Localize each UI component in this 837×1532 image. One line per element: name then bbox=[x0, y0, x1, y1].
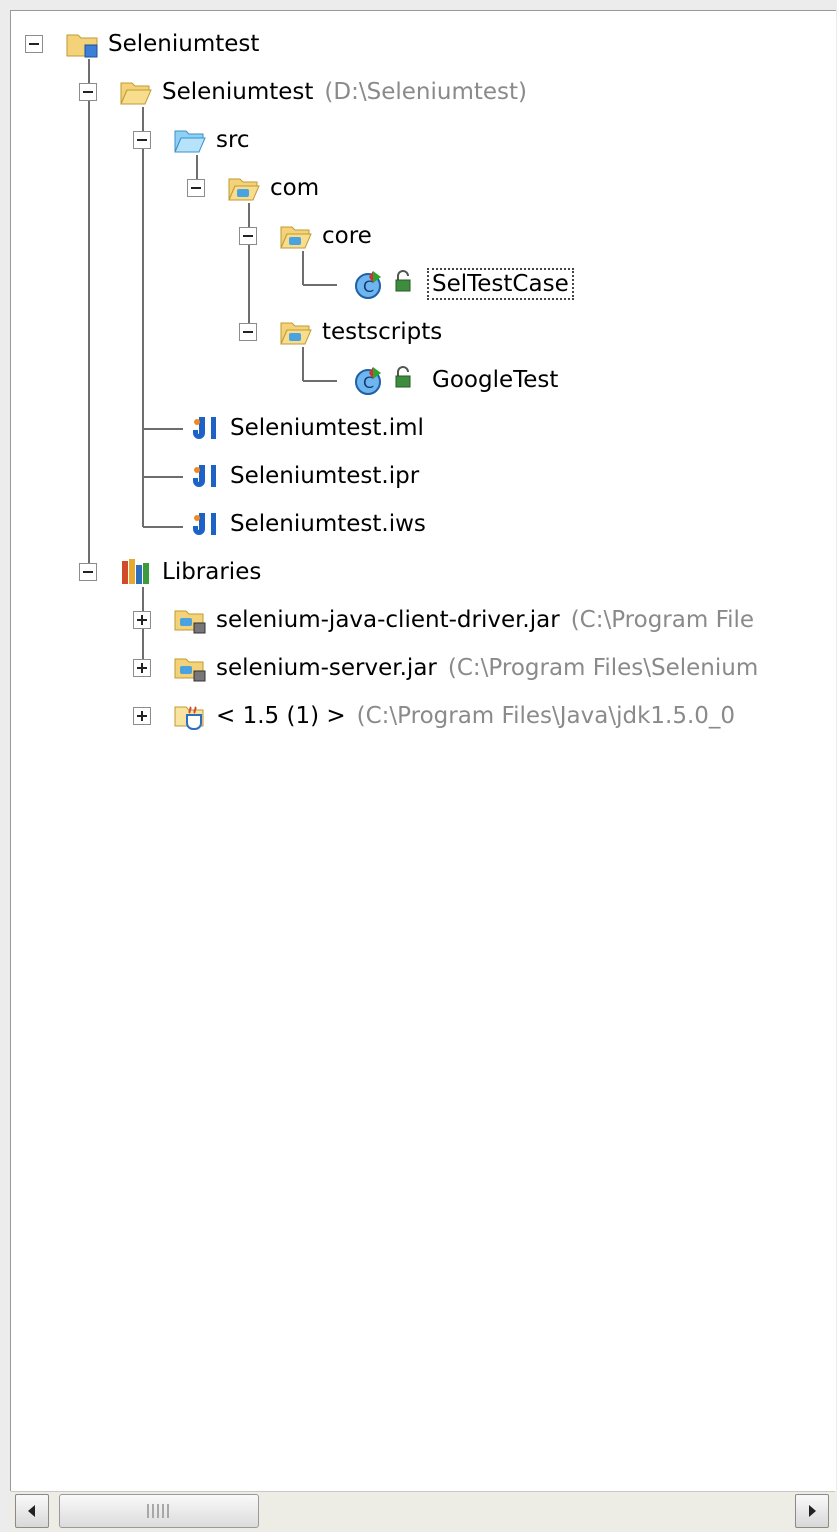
package-folder-icon bbox=[279, 221, 313, 251]
tree-node-label: core bbox=[322, 223, 372, 249]
tree-node-root[interactable]: Seleniumtest bbox=[25, 21, 262, 67]
jar-library-icon bbox=[173, 653, 207, 683]
tree-node-seltestcase[interactable]: C SelTestCase bbox=[353, 261, 574, 307]
arrow-right-icon bbox=[809, 1505, 816, 1517]
expand-toggle-icon[interactable] bbox=[133, 611, 151, 629]
scroll-right-button[interactable] bbox=[795, 1494, 829, 1528]
scrollbar-thumb[interactable] bbox=[59, 1494, 259, 1528]
tree-node-file[interactable]: Seleniumtest.ipr bbox=[187, 453, 422, 499]
collapse-toggle-icon[interactable] bbox=[79, 563, 97, 581]
tree-node-label: src bbox=[216, 127, 250, 153]
collapse-toggle-icon[interactable] bbox=[79, 83, 97, 101]
tree-node-libraries[interactable]: Libraries bbox=[79, 549, 264, 595]
tree-node-file[interactable]: Seleniumtest.iws bbox=[187, 501, 429, 547]
intellij-file-icon bbox=[187, 413, 221, 443]
tree-node-label: selenium-java-client-driver.jar bbox=[216, 607, 560, 633]
project-tree-panel: Seleniumtest Seleniumtest (D:\Seleniumte… bbox=[10, 10, 836, 1491]
tree-node-label: testscripts bbox=[322, 319, 443, 345]
tree-node-label: Seleniumtest.iws bbox=[230, 511, 426, 537]
jar-library-icon bbox=[173, 605, 207, 635]
libraries-icon bbox=[119, 557, 153, 587]
tree-node-label: Seleniumtest bbox=[162, 79, 314, 105]
project-folder-icon bbox=[65, 29, 99, 59]
lock-icon bbox=[393, 365, 413, 395]
tree-node-label: Seleniumtest bbox=[108, 31, 260, 57]
tree-node-label: Libraries bbox=[162, 559, 262, 585]
grip-icon bbox=[147, 1504, 171, 1518]
tree-node-module[interactable]: Seleniumtest (D:\Seleniumtest) bbox=[79, 69, 527, 115]
tree-node-googletest[interactable]: C GoogleTest bbox=[353, 357, 561, 403]
tree-node-library[interactable]: selenium-java-client-driver.jar (C:\Prog… bbox=[133, 597, 754, 643]
source-folder-icon bbox=[173, 125, 207, 155]
tree-node-library[interactable]: selenium-server.jar (C:\Program Files\Se… bbox=[133, 645, 758, 691]
tree-node-label: < 1.5 (1) > bbox=[216, 703, 346, 729]
tree-node-com[interactable]: com bbox=[187, 165, 322, 211]
tree-node-core[interactable]: core bbox=[239, 213, 375, 259]
tree-node-label: SelTestCase bbox=[427, 268, 574, 300]
tree-node-path: (D:\Seleniumtest) bbox=[324, 79, 527, 105]
module-folder-icon bbox=[119, 77, 153, 107]
tree-node-src[interactable]: src bbox=[133, 117, 253, 163]
test-class-icon: C bbox=[353, 365, 387, 395]
jdk-icon bbox=[173, 701, 207, 731]
collapse-toggle-icon[interactable] bbox=[133, 131, 151, 149]
lock-icon bbox=[393, 269, 413, 299]
package-folder-icon bbox=[227, 173, 261, 203]
arrow-left-icon bbox=[28, 1505, 35, 1517]
collapse-toggle-icon[interactable] bbox=[25, 35, 43, 53]
collapse-toggle-icon[interactable] bbox=[187, 179, 205, 197]
tree-node-path: (C:\Program Files\Java\jdk1.5.0_0 bbox=[356, 703, 736, 729]
tree-node-label: Seleniumtest.iml bbox=[230, 415, 424, 441]
package-folder-icon bbox=[279, 317, 313, 347]
tree-node-testscripts[interactable]: testscripts bbox=[239, 309, 445, 355]
test-class-icon: C bbox=[353, 269, 387, 299]
scroll-left-button[interactable] bbox=[15, 1494, 49, 1528]
expand-toggle-icon[interactable] bbox=[133, 659, 151, 677]
tree-node-label: selenium-server.jar bbox=[216, 655, 437, 681]
tree-node-jdk[interactable]: < 1.5 (1) > (C:\Program Files\Java\jdk1.… bbox=[133, 693, 735, 739]
intellij-file-icon bbox=[187, 461, 221, 491]
expand-toggle-icon[interactable] bbox=[133, 707, 151, 725]
intellij-file-icon bbox=[187, 509, 221, 539]
tree-node-path: (C:\Program File bbox=[570, 607, 755, 633]
tree-node-file[interactable]: Seleniumtest.iml bbox=[187, 405, 427, 451]
collapse-toggle-icon[interactable] bbox=[239, 323, 257, 341]
tree-node-label: com bbox=[270, 175, 320, 201]
tree-node-label: GoogleTest bbox=[432, 367, 559, 393]
horizontal-scrollbar[interactable] bbox=[11, 1491, 835, 1531]
tree-node-label: Seleniumtest.ipr bbox=[230, 463, 420, 489]
collapse-toggle-icon[interactable] bbox=[239, 227, 257, 245]
tree-node-path: (C:\Program Files\Selenium bbox=[447, 655, 759, 681]
